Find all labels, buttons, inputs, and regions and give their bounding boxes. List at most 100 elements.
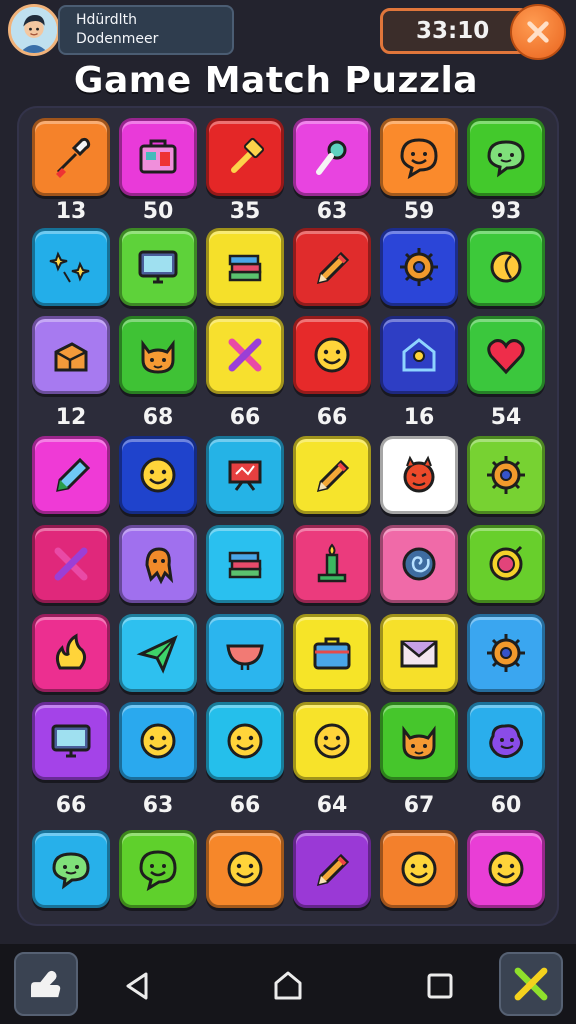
octopus-icon <box>145 547 174 585</box>
tile-score: 50 <box>142 199 174 224</box>
nav-back-icon <box>126 972 148 1000</box>
nav-recents-button[interactable] <box>422 968 458 1004</box>
tile-score: 13 <box>55 199 87 224</box>
puzzle-tile[interactable] <box>119 316 197 394</box>
books-icon <box>228 551 262 579</box>
pen-icon <box>56 457 91 492</box>
smile-face-icon <box>401 851 437 887</box>
player-avatar[interactable] <box>8 4 60 56</box>
gear-icon <box>400 248 438 286</box>
puzzle-tile[interactable] <box>380 436 458 514</box>
target-icon <box>489 545 523 581</box>
puzzle-tile[interactable] <box>467 228 545 306</box>
tile-score: 66 <box>229 793 261 818</box>
tile-score: 66 <box>55 793 87 818</box>
spiral-icon <box>402 547 436 581</box>
moon-icon <box>490 251 522 283</box>
close-icon <box>527 21 549 43</box>
close-button[interactable] <box>510 4 566 60</box>
puzzle-tile[interactable] <box>32 702 110 780</box>
cross-icon <box>228 338 262 372</box>
cat-icon <box>141 339 175 374</box>
radio-icon <box>139 139 177 174</box>
player-info-card: Hdürdlth Dodenmeer <box>58 5 234 55</box>
tile-score: 64 <box>316 793 348 818</box>
tile-score: 12 <box>55 405 87 430</box>
puzzle-tile[interactable] <box>293 436 371 514</box>
puzzle-tile[interactable] <box>119 436 197 514</box>
tile-score: 60 <box>490 793 522 818</box>
nav-back-button[interactable] <box>120 968 156 1004</box>
puzzle-tile[interactable] <box>467 614 545 692</box>
briefcase-icon <box>313 637 351 670</box>
puzzle-tile[interactable] <box>206 316 284 394</box>
smile-face-icon <box>140 723 176 759</box>
timer-display: 33:10 <box>380 8 530 54</box>
microphone-icon <box>316 140 347 175</box>
puzzle-tile[interactable] <box>467 702 545 780</box>
puzzle-tile[interactable] <box>467 118 545 196</box>
bottom-navigation-bar <box>0 944 576 1024</box>
puzzle-tile[interactable] <box>206 228 284 306</box>
pencil-icon <box>316 853 350 887</box>
heart-icon <box>487 339 525 375</box>
puzzle-tile[interactable] <box>32 228 110 306</box>
puzzle-tile[interactable] <box>119 228 197 306</box>
tile-score: 35 <box>229 199 261 224</box>
puzzle-tile[interactable] <box>380 316 458 394</box>
puzzle-tile[interactable] <box>32 436 110 514</box>
puzzle-tile[interactable] <box>32 614 110 692</box>
puzzle-tile[interactable] <box>119 118 197 196</box>
smile-bubble-icon <box>400 138 438 180</box>
puzzle-tile[interactable] <box>206 436 284 514</box>
puzzle-tile[interactable] <box>467 436 545 514</box>
shuffle-button[interactable] <box>499 952 563 1016</box>
puzzle-tile[interactable] <box>380 702 458 780</box>
flame-icon <box>55 633 87 670</box>
puzzle-tile[interactable] <box>380 830 458 908</box>
puzzle-tile[interactable] <box>206 830 284 908</box>
hint-hand-icon <box>31 970 61 998</box>
puzzle-tile[interactable] <box>380 614 458 692</box>
bowl-icon <box>226 644 264 670</box>
puzzle-tile[interactable] <box>293 118 371 196</box>
tile-score: 54 <box>490 405 522 430</box>
smile-face-icon <box>314 337 350 373</box>
tile-score: 67 <box>403 793 435 818</box>
house-icon <box>402 338 436 372</box>
puzzle-tile[interactable] <box>206 614 284 692</box>
page-title: Game Match Puzzla <box>73 60 479 101</box>
devil-icon <box>403 455 435 493</box>
puzzle-tile[interactable] <box>467 316 545 394</box>
paper-plane-icon <box>136 635 178 674</box>
puzzle-tile[interactable] <box>293 614 371 692</box>
nav-home-button[interactable] <box>270 968 306 1004</box>
puzzle-tile[interactable] <box>293 228 371 306</box>
puzzle-tile[interactable] <box>119 614 197 692</box>
puzzle-tile[interactable] <box>293 830 371 908</box>
puzzle-tile[interactable] <box>380 118 458 196</box>
puzzle-tile[interactable] <box>293 702 371 780</box>
puzzle-tile[interactable] <box>206 525 284 603</box>
gear-icon <box>487 456 525 494</box>
puzzle-tile[interactable] <box>293 316 371 394</box>
puzzle-tile[interactable] <box>467 830 545 908</box>
hint-button[interactable] <box>14 952 78 1016</box>
puzzle-tile[interactable] <box>119 830 197 908</box>
puzzle-tile[interactable] <box>32 316 110 394</box>
chat-bubble-icon <box>487 140 525 178</box>
puzzle-tile[interactable] <box>206 702 284 780</box>
puzzle-tile[interactable] <box>293 525 371 603</box>
puzzle-tile[interactable] <box>380 525 458 603</box>
puzzle-tile[interactable] <box>119 702 197 780</box>
puzzle-tile[interactable] <box>32 830 110 908</box>
books-icon <box>228 254 262 282</box>
puzzle-tile[interactable] <box>380 228 458 306</box>
tile-score: 66 <box>229 405 261 430</box>
puzzle-tile[interactable] <box>119 525 197 603</box>
puzzle-tile[interactable] <box>32 118 110 196</box>
puzzle-tile[interactable] <box>206 118 284 196</box>
puzzle-tile[interactable] <box>32 525 110 603</box>
pencil-icon <box>316 459 350 493</box>
puzzle-tile[interactable] <box>467 525 545 603</box>
